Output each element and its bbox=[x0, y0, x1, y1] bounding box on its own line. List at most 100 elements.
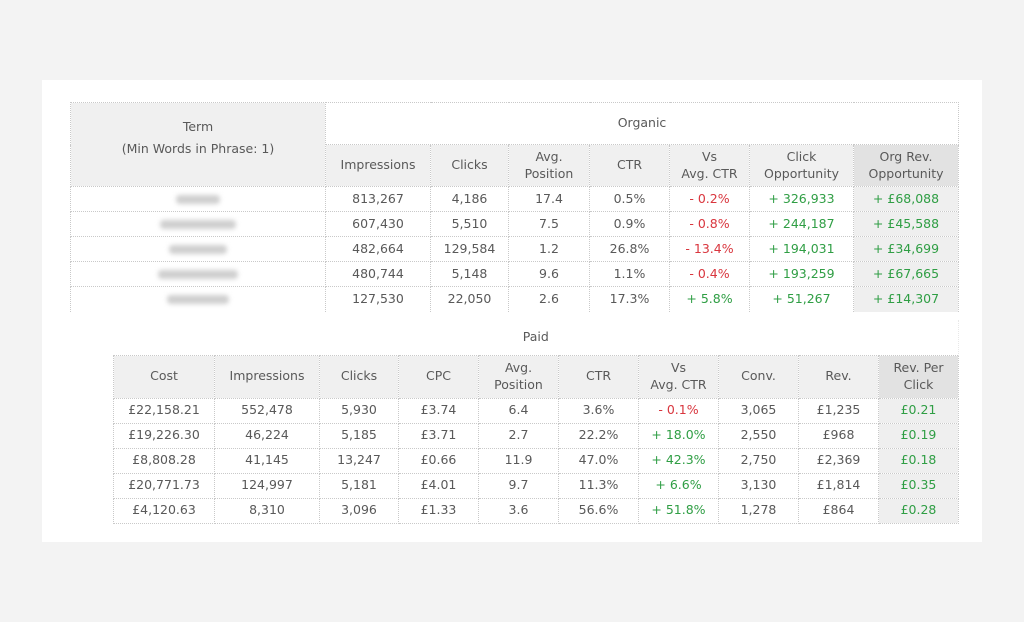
organic-cell-avg-position: 9.6 bbox=[508, 261, 590, 287]
redacted-term bbox=[169, 244, 227, 254]
term-header-subtitle: (Min Words in Phrase: 1) bbox=[121, 140, 275, 156]
organic-cell-avg-position: 1.2 bbox=[508, 236, 590, 262]
organic-header-ctr: CTR bbox=[589, 144, 670, 187]
paid-header-clicks: Clicks bbox=[319, 354, 399, 399]
header-label-line: Rev. bbox=[825, 368, 852, 384]
organic-header-vs-avg-ctr: Vs Avg. CTR bbox=[669, 144, 750, 187]
organic-cell-vs-avg-ctr: + 5.8% bbox=[669, 286, 750, 312]
paid-cell-impressions: 41,145 bbox=[214, 447, 320, 474]
organic-cell-avg-position: 17.4 bbox=[508, 186, 590, 212]
paid-cell-cost: £8,808.28 bbox=[113, 447, 215, 474]
organic-table-row: 813,267 4,186 17.4 0.5% - 0.2% + 326,933 + £68… bbox=[70, 186, 959, 212]
term-column-header: Term (Min Words in Phrase: 1) bbox=[70, 102, 326, 187]
paid-cell-rev: £968 bbox=[798, 422, 879, 449]
header-label-line: Opportunity bbox=[763, 165, 839, 181]
header-label-line: Impressions bbox=[340, 157, 416, 173]
organic-cell-ctr: 26.8% bbox=[589, 236, 670, 262]
organic-cell-impressions: 127,530 bbox=[325, 286, 431, 312]
organic-header-org-rev-opportunity: Org Rev. Opportunity bbox=[853, 144, 959, 187]
paid-table-row: £19,226.30 46,224 5,185 £3.71 2.7 22.2% + 18.0… bbox=[113, 422, 959, 449]
organic-cell-avg-position: 7.5 bbox=[508, 211, 590, 237]
paid-cell-cpc: £1.33 bbox=[398, 497, 479, 524]
header-label-line: Conv. bbox=[741, 368, 776, 384]
organic-cell-impressions: 480,744 bbox=[325, 261, 431, 287]
paid-cell-cpc: £4.01 bbox=[398, 472, 479, 499]
organic-header-clicks: Clicks bbox=[430, 144, 509, 187]
redacted-term bbox=[167, 294, 229, 304]
header-label-line: Position bbox=[524, 165, 574, 181]
paid-cell-clicks: 13,247 bbox=[319, 447, 399, 474]
organic-cell-org-rev-opportunity: + £14,307 bbox=[853, 286, 959, 312]
header-label-line: Vs bbox=[701, 148, 718, 164]
organic-table-row: 127,530 22,050 2.6 17.3% + 5.8% + 51,267 + £14… bbox=[70, 286, 959, 312]
organic-cell-click-opportunity: + 193,259 bbox=[749, 261, 854, 287]
paid-cell-cpc: £3.74 bbox=[398, 397, 479, 424]
header-label-line: Rev. Per bbox=[893, 359, 944, 375]
header-label-line: Opportunity bbox=[868, 165, 944, 181]
organic-cell-vs-avg-ctr: - 0.2% bbox=[669, 186, 750, 212]
header-label-line: Avg. bbox=[535, 148, 563, 164]
paid-header-rev-per-click: Rev. Per Click bbox=[878, 354, 959, 399]
paid-cell-conv: 2,750 bbox=[718, 447, 799, 474]
term-cell bbox=[70, 211, 326, 237]
organic-table: Term (Min Words in Phrase: 1) Organic Im… bbox=[70, 102, 959, 312]
paid-cell-rev-per-click: £0.19 bbox=[878, 422, 959, 449]
paid-header-cpc: CPC bbox=[398, 354, 479, 399]
paid-cell-clicks: 5,185 bbox=[319, 422, 399, 449]
header-label-line: CTR bbox=[585, 368, 612, 384]
organic-cell-avg-position: 2.6 bbox=[508, 286, 590, 312]
paid-table-row: £20,771.73 124,997 5,181 £4.01 9.7 11.3% + 6.6… bbox=[113, 472, 959, 499]
paid-cell-rev: £1,235 bbox=[798, 397, 879, 424]
paid-cell-conv: 1,278 bbox=[718, 497, 799, 524]
header-label-line: Clicks bbox=[340, 368, 378, 384]
paid-cell-vs-avg-ctr: + 6.6% bbox=[638, 472, 719, 499]
header-label-line: Click bbox=[786, 148, 817, 164]
paid-cell-rev: £864 bbox=[798, 497, 879, 524]
organic-cell-click-opportunity: + 194,031 bbox=[749, 236, 854, 262]
paid-header-cost: Cost bbox=[113, 354, 215, 399]
paid-cell-conv: 3,130 bbox=[718, 472, 799, 499]
header-label-line: Avg. bbox=[504, 359, 533, 375]
paid-cell-rev: £2,369 bbox=[798, 447, 879, 474]
paid-cell-cpc: £0.66 bbox=[398, 447, 479, 474]
organic-table-row: 482,664 129,584 1.2 26.8% - 13.4% + 194,031 + … bbox=[70, 236, 959, 262]
paid-cell-ctr: 11.3% bbox=[558, 472, 639, 499]
redacted-term bbox=[158, 269, 238, 279]
term-cell bbox=[70, 236, 326, 262]
paid-cell-avg-position: 3.6 bbox=[478, 497, 559, 524]
paid-cell-conv: 2,550 bbox=[718, 422, 799, 449]
organic-cell-ctr: 1.1% bbox=[589, 261, 670, 287]
paid-cell-cost: £4,120.63 bbox=[113, 497, 215, 524]
organic-cell-impressions: 482,664 bbox=[325, 236, 431, 262]
paid-cell-ctr: 56.6% bbox=[558, 497, 639, 524]
paid-cell-cost: £22,158.21 bbox=[113, 397, 215, 424]
organic-cell-vs-avg-ctr: - 0.8% bbox=[669, 211, 750, 237]
paid-cell-vs-avg-ctr: - 0.1% bbox=[638, 397, 719, 424]
organic-group-header: Organic bbox=[325, 102, 959, 145]
paid-cell-ctr: 3.6% bbox=[558, 397, 639, 424]
paid-cell-clicks: 5,930 bbox=[319, 397, 399, 424]
paid-cell-impressions: 124,997 bbox=[214, 472, 320, 499]
organic-cell-clicks: 5,510 bbox=[430, 211, 509, 237]
paid-cell-avg-position: 9.7 bbox=[478, 472, 559, 499]
paid-cell-vs-avg-ctr: + 51.8% bbox=[638, 497, 719, 524]
paid-header-vs-avg-ctr: Vs Avg. CTR bbox=[638, 354, 719, 399]
paid-cell-rev-per-click: £0.18 bbox=[878, 447, 959, 474]
paid-cell-rev-per-click: £0.35 bbox=[878, 472, 959, 499]
organic-header-avg-position: Avg. Position bbox=[508, 144, 590, 187]
organic-cell-clicks: 4,186 bbox=[430, 186, 509, 212]
paid-header-avg-position: Avg. Position bbox=[478, 354, 559, 399]
redacted-term bbox=[160, 219, 236, 229]
header-label-line: Vs bbox=[670, 359, 687, 375]
header-label-line: CTR bbox=[616, 157, 643, 173]
paid-header-impressions: Impressions bbox=[214, 354, 320, 399]
redacted-term bbox=[176, 194, 220, 204]
paid-cell-avg-position: 2.7 bbox=[478, 422, 559, 449]
organic-table-row: 607,430 5,510 7.5 0.9% - 0.8% + 244,187 + £45,… bbox=[70, 211, 959, 237]
paid-cell-cpc: £3.71 bbox=[398, 422, 479, 449]
term-cell bbox=[70, 261, 326, 287]
header-label-line: Impressions bbox=[229, 368, 305, 384]
paid-cell-vs-avg-ctr: + 18.0% bbox=[638, 422, 719, 449]
paid-cell-conv: 3,065 bbox=[718, 397, 799, 424]
paid-table-row: £8,808.28 41,145 13,247 £0.66 11.9 47.0% + 42.… bbox=[113, 447, 959, 474]
